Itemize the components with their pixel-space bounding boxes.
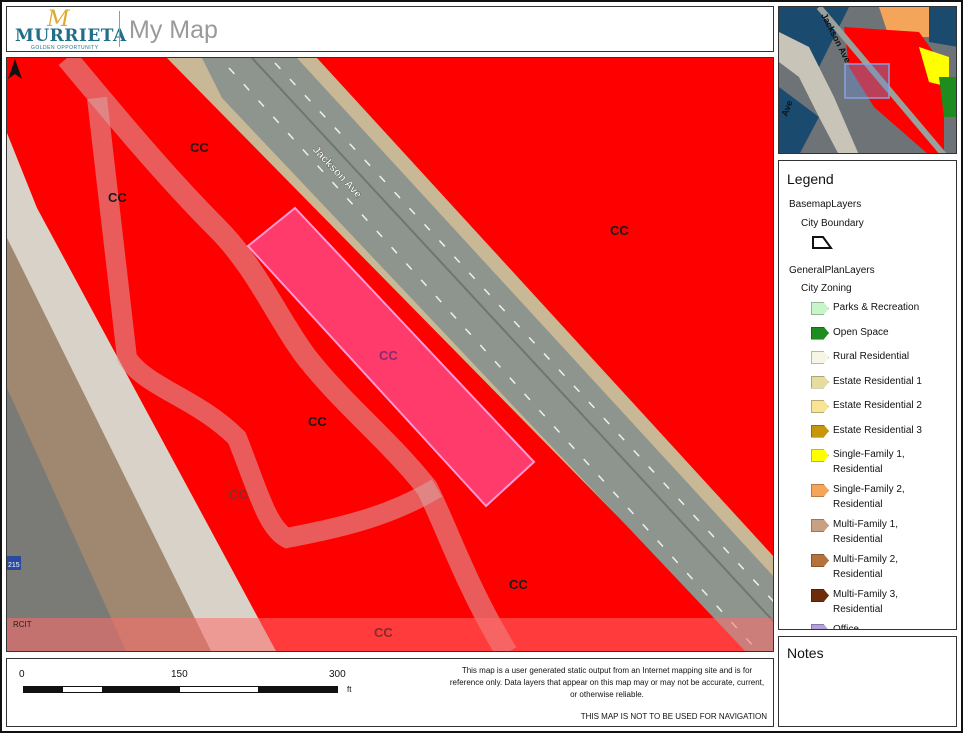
- map-title: My Map: [129, 16, 218, 44]
- legend-swatch: [811, 400, 829, 413]
- zone-label: CC: [379, 348, 398, 363]
- disclaimer-text: This map is a user generated static outp…: [449, 666, 765, 699]
- legend-item-label: Multi-Family 1, Residential: [833, 519, 899, 545]
- legend-swatch: [811, 424, 829, 438]
- legend-item-label: Estate Residential 1: [833, 375, 922, 387]
- legend-layer-city-zoning: City Zoning: [801, 283, 852, 294]
- legend-swatch: [811, 449, 829, 462]
- scale-bar: [23, 686, 338, 693]
- logo-wordmark: MURRIETA: [15, 26, 127, 46]
- map-view[interactable]: Jackson Ave CC CC CC CC CC CC CC CC 215 …: [6, 57, 774, 652]
- legend-item-label: Open Space: [833, 326, 889, 338]
- legend-item-label: Parks & Recreation: [833, 302, 920, 313]
- map-credit: RCIT: [13, 620, 32, 629]
- legend-swatch: [811, 554, 829, 567]
- zone-label: CC: [108, 190, 127, 205]
- legend-swatch: [811, 589, 829, 602]
- legend-layer-city-boundary: City Boundary: [801, 218, 864, 229]
- header-divider: [119, 11, 120, 47]
- legend-swatch: [811, 302, 829, 315]
- legend-swatch: [811, 624, 829, 629]
- overview-map[interactable]: Jackson Ave Ave: [778, 6, 957, 154]
- notes-panel: Notes: [778, 636, 957, 727]
- overview-canvas: Jackson Ave Ave: [779, 7, 956, 153]
- scale-label-0: 0: [19, 669, 25, 680]
- interstate-shield-label: 215: [8, 562, 20, 569]
- legend-swatch: [811, 326, 829, 340]
- legend-item-label: Rural Residential: [833, 351, 910, 362]
- zone-label: CC: [308, 414, 327, 429]
- legend-swatch: [811, 519, 829, 532]
- legend-swatch: [811, 484, 829, 497]
- legend-item-label: Single-Family 2, Residential: [833, 484, 905, 510]
- zone-label: CC: [190, 140, 209, 155]
- legend-group-basemap: BasemapLayers: [789, 199, 862, 210]
- north-arrow-icon: [8, 59, 22, 79]
- legend-item-label: Estate Residential 2: [833, 400, 922, 411]
- legend-item-label: Single-Family 1, Residential: [833, 449, 905, 475]
- city-logo[interactable]: M MURRIETA GOLDEN OPPORTUNITY: [13, 9, 126, 52]
- notes-title: Notes: [787, 645, 824, 661]
- legend-item-label: Estate Residential 3: [833, 424, 922, 436]
- zone-label: CC: [374, 625, 393, 640]
- legend-item-label: Multi-Family 3, Residential: [833, 589, 899, 615]
- scale-unit: ft: [347, 685, 352, 694]
- scale-label-150: 150: [171, 669, 188, 680]
- legend-swatch: [811, 375, 829, 389]
- zone-label: CC: [509, 577, 528, 592]
- legend-group-generalplan: GeneralPlanLayers: [789, 265, 875, 276]
- zone-label: CC: [229, 487, 248, 502]
- navigation-warning: THIS MAP IS NOT TO BE USED FOR NAVIGATIO…: [580, 712, 767, 721]
- legend-panel[interactable]: Legend BasemapLayers City Boundary Gener…: [778, 160, 957, 630]
- logo-tagline: GOLDEN OPPORTUNITY: [31, 45, 99, 51]
- footer: 0 150 300 ft This map is a user generate…: [6, 658, 774, 727]
- scale-label-300: 300: [329, 669, 346, 680]
- zone-label: CC: [610, 223, 629, 238]
- city-boundary-icon: [812, 236, 833, 249]
- legend-title: Legend: [787, 171, 834, 187]
- legend-item-label: Office: [833, 624, 859, 630]
- legend-swatch: [811, 351, 829, 364]
- map-canvas[interactable]: Jackson Ave CC CC CC CC CC CC CC CC 215: [7, 58, 774, 652]
- legend-item-label: Multi-Family 2, Residential: [833, 554, 899, 580]
- header: M MURRIETA GOLDEN OPPORTUNITY My Map: [6, 6, 774, 52]
